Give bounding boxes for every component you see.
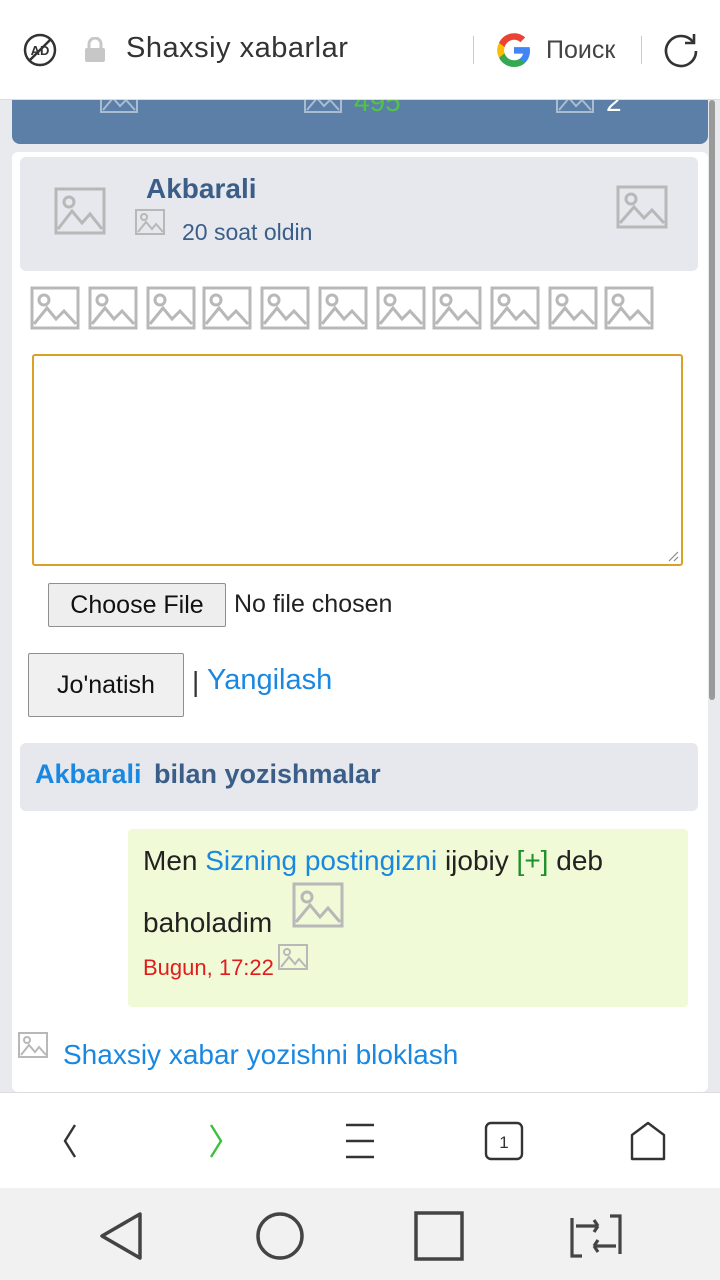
nav-back-icon[interactable] [94,1208,150,1264]
resize-grip-icon[interactable] [667,550,679,562]
image-placeholder-icon[interactable] [304,100,342,114]
file-status-text: No file chosen [234,590,393,618]
image-placeholder-icon[interactable] [100,100,138,114]
reload-icon[interactable] [660,30,702,72]
user-name-link[interactable]: Akbarali [146,173,257,205]
send-button[interactable]: Jo'natish [28,653,184,717]
browser-top-bar: AD Shaxsiy xabarlar Поиск [0,0,720,100]
divider [641,36,642,64]
image-placeholder-icon[interactable] [556,100,594,114]
message-text: baholadim [143,907,273,938]
block-messages-link[interactable]: Shaxsiy xabar yozishni bloklash [63,1039,458,1071]
smiley-icon[interactable] [202,286,252,330]
avatar[interactable] [54,187,106,235]
smiley-toolbar [30,286,670,332]
message-textarea[interactable] [32,354,683,566]
separator: | [192,666,200,697]
post-link[interactable]: Sizning postingizni [205,845,437,876]
smiley-icon[interactable] [376,286,426,330]
main-panel: Akbarali 20 soat oldin Choose File No fi… [12,152,708,1092]
smiley-icon[interactable] [146,286,196,330]
back-icon[interactable] [46,1119,94,1163]
conversation-user-link[interactable]: Akbarali [35,759,142,790]
message-text: Men [143,845,206,876]
message-text: deb [548,845,603,876]
smiley-icon[interactable] [318,286,368,330]
online-status-icon [135,209,165,235]
message-time: Bugun, 17:22 [143,955,274,980]
nav-recents-icon[interactable] [411,1208,467,1264]
page-title[interactable]: Shaxsiy xabarlar [126,32,348,65]
home-icon[interactable] [624,1119,672,1163]
smiley-icon[interactable] [432,286,482,330]
smiley-icon[interactable] [260,286,310,330]
browser-bottom-toolbar: 1 [0,1092,720,1188]
smiley-icon[interactable] [604,286,654,330]
message-bubble: Men Sizning postingizni ijobiy [+] deb b… [128,829,688,1007]
adblock-icon[interactable]: AD [22,32,58,68]
stat-count-white: 2 [606,100,622,117]
nav-home-icon[interactable] [252,1208,308,1264]
conversation-title: bilan yozishmalar [154,759,381,789]
image-placeholder-icon[interactable] [616,185,668,229]
search-button-label[interactable]: Поиск [546,36,615,65]
smiley-icon [292,882,344,928]
smiley-icon[interactable] [30,286,80,330]
google-icon[interactable] [493,29,535,71]
refresh-link[interactable]: Yangilash [207,664,332,697]
user-card: Akbarali 20 soat oldin [20,157,698,271]
tabs-icon[interactable]: 1 [480,1119,528,1163]
smiley-icon[interactable] [490,286,540,330]
nav-switch-app-icon[interactable] [568,1208,624,1264]
smiley-icon[interactable] [88,286,138,330]
block-icon [18,1032,48,1058]
message-line: Men Sizning postingizni ijobiy [+] deb [143,845,603,877]
read-status-icon [278,944,308,970]
page-content: 495 2 Akbarali 20 soat oldin Choose File… [0,100,720,1092]
menu-icon[interactable] [336,1119,384,1163]
tab-count: 1 [499,1133,508,1152]
smiley-icon[interactable] [548,286,598,330]
rating-plus: [+] [516,845,549,876]
last-seen-time: 20 soat oldin [182,219,313,245]
message-text: ijobiy [437,845,517,876]
stat-count-green: 495 [354,100,401,117]
divider [473,36,474,64]
conversation-header: Akbarali bilan yozishmalar [20,743,698,811]
stats-bar: 495 2 [12,100,708,144]
forward-icon[interactable] [192,1119,240,1163]
system-navigation-bar [0,1188,720,1280]
choose-file-button[interactable]: Choose File [48,583,226,627]
scrollbar[interactable] [709,100,715,700]
lock-icon [85,37,105,62]
